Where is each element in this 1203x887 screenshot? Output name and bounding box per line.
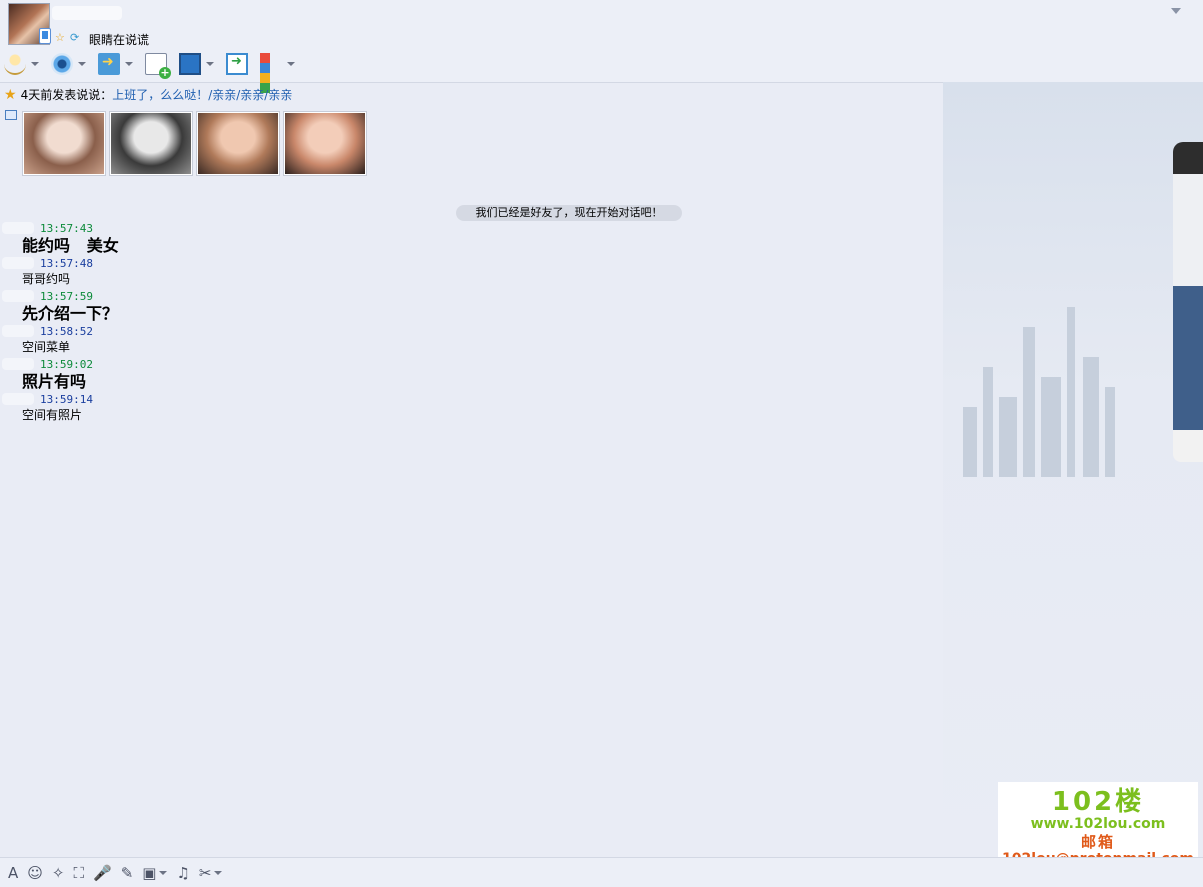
watermark-logo: 102楼: [1051, 787, 1145, 817]
message-list: 13:57:43 能约吗 美女 13:57:48 哥哥约吗 13:57:59 先介绍一下？…: [0, 222, 900, 426]
chat-toolbar: [4, 50, 307, 93]
contact-signature: 眼睛在说谎: [89, 33, 150, 47]
send-file-button[interactable]: [98, 53, 133, 75]
scissors-button[interactable]: ✂: [199, 864, 223, 882]
message-text: 能约吗 美女: [22, 236, 119, 255]
image-button[interactable]: ▣: [142, 863, 168, 882]
chevron-down-icon[interactable]: [78, 62, 86, 66]
screenshot-icon: ⛶: [73, 863, 84, 882]
music-button[interactable]: ♫: [176, 864, 189, 882]
message-timestamp: 13:59:14: [40, 393, 93, 406]
message-text: 哥哥约吗: [22, 272, 71, 286]
contact-status-feed: ★ 4天前发表说说： 上班了，么么哒！/亲亲/亲亲/亲亲: [4, 86, 292, 103]
microphone-icon: [4, 53, 26, 75]
mobile-online-icon: [39, 28, 51, 44]
message-timestamp: 13:57:43: [40, 222, 93, 235]
edit-icon: ✎: [120, 863, 134, 882]
message-item: 13:59:14 空间有照片: [0, 393, 900, 426]
watermark-url: www.102lou.com: [1030, 816, 1166, 832]
chevron-down-icon[interactable]: [125, 62, 133, 66]
header-menu-arrow-icon[interactable]: [1171, 8, 1181, 14]
photo-thumbnail[interactable]: [283, 111, 367, 176]
send-file-icon: [98, 53, 120, 75]
sender-name-redacted: [2, 393, 34, 405]
message-item: 13:57:48 哥哥约吗: [0, 257, 900, 290]
message-text: 先介绍一下？: [22, 304, 119, 323]
message-item: 13:58:52 空间菜单: [0, 325, 900, 358]
video-call-button[interactable]: [51, 53, 86, 75]
screenshot-button[interactable]: ⛶: [73, 864, 84, 882]
magic-button[interactable]: ✧: [52, 864, 65, 882]
chat-header: ☆ ⟳ 眼睛在说谎: [0, 0, 1203, 93]
photo-thumbnail[interactable]: [22, 111, 106, 176]
emoji-button[interactable]: ☺: [27, 864, 43, 882]
photo-thumbnail[interactable]: [196, 111, 280, 176]
apps-button[interactable]: [260, 53, 295, 93]
message-text: 照片有吗: [22, 372, 87, 391]
share-screen-button[interactable]: [226, 53, 248, 75]
vip-star-icon[interactable]: ☆: [55, 31, 65, 44]
edit-button[interactable]: ✎: [121, 864, 134, 882]
system-message: 我们已经是好友了，现在开始对话吧！: [456, 205, 682, 221]
font-icon: A: [8, 863, 19, 882]
chevron-down-icon[interactable]: [206, 62, 214, 66]
emoji-icon: ☺: [27, 863, 43, 882]
chevron-down-icon[interactable]: [31, 62, 39, 66]
sender-name-redacted: [2, 290, 34, 302]
recent-photos: [22, 111, 370, 176]
feed-post-link[interactable]: 上班了，么么哒！/亲亲/亲亲/亲亲: [112, 86, 292, 103]
message-timestamp: 13:57:59: [40, 290, 93, 303]
qzone-icon[interactable]: ⟳: [70, 31, 79, 44]
create-discussion-icon: [145, 53, 171, 79]
voice-message-button[interactable]: 🎤: [93, 864, 112, 882]
message-text: 空间菜单: [22, 340, 71, 354]
voice-message-icon: 🎤: [93, 863, 112, 882]
message-timestamp: 13:57:48: [40, 257, 93, 270]
chat-skin-background: [943, 82, 1203, 857]
sender-name-redacted: [2, 257, 34, 269]
contact-avatar[interactable]: [8, 3, 51, 45]
input-toolbar: A ☺ ✧ ⛶ 🎤 ✎ ▣ ♫ ✂: [0, 857, 1203, 887]
skin-character-illustration: [1173, 142, 1203, 462]
image-icon: ▣: [142, 863, 157, 882]
watermark-mail-label: 邮箱: [1080, 833, 1115, 851]
feed-prefix: 4天前发表说说：: [20, 88, 113, 102]
remote-desktop-icon: [179, 53, 201, 75]
message-item: 13:57:43 能约吗 美女: [0, 222, 900, 257]
chevron-down-icon[interactable]: [287, 62, 295, 66]
remote-desktop-button[interactable]: [179, 53, 214, 75]
photo-thumbnail[interactable]: [109, 111, 193, 176]
chevron-down-icon[interactable]: [214, 870, 223, 875]
message-text: 空间有照片: [22, 408, 83, 422]
contact-name-redacted: [52, 6, 122, 20]
voice-call-button[interactable]: [4, 53, 39, 75]
star-icon: ★: [4, 86, 17, 103]
message-timestamp: 13:58:52: [40, 325, 93, 338]
message-timestamp: 13:59:02: [40, 358, 93, 371]
font-button[interactable]: A: [8, 864, 18, 882]
music-icon: ♫: [176, 863, 190, 882]
camera-icon: [5, 110, 17, 120]
webcam-icon: [51, 53, 73, 75]
magic-icon: ✧: [51, 863, 65, 882]
sender-name-redacted: [2, 358, 34, 370]
create-discussion-button[interactable]: [145, 53, 171, 79]
sender-name-redacted: [2, 325, 34, 337]
message-item: 13:57:59 先介绍一下？: [0, 290, 900, 325]
chevron-down-icon[interactable]: [159, 870, 168, 875]
scissors-icon: ✂: [198, 863, 212, 882]
share-screen-icon: [226, 53, 248, 75]
sender-name-redacted: [2, 222, 34, 234]
message-item: 13:59:02 照片有吗: [0, 358, 900, 393]
apps-icon: [260, 53, 282, 93]
